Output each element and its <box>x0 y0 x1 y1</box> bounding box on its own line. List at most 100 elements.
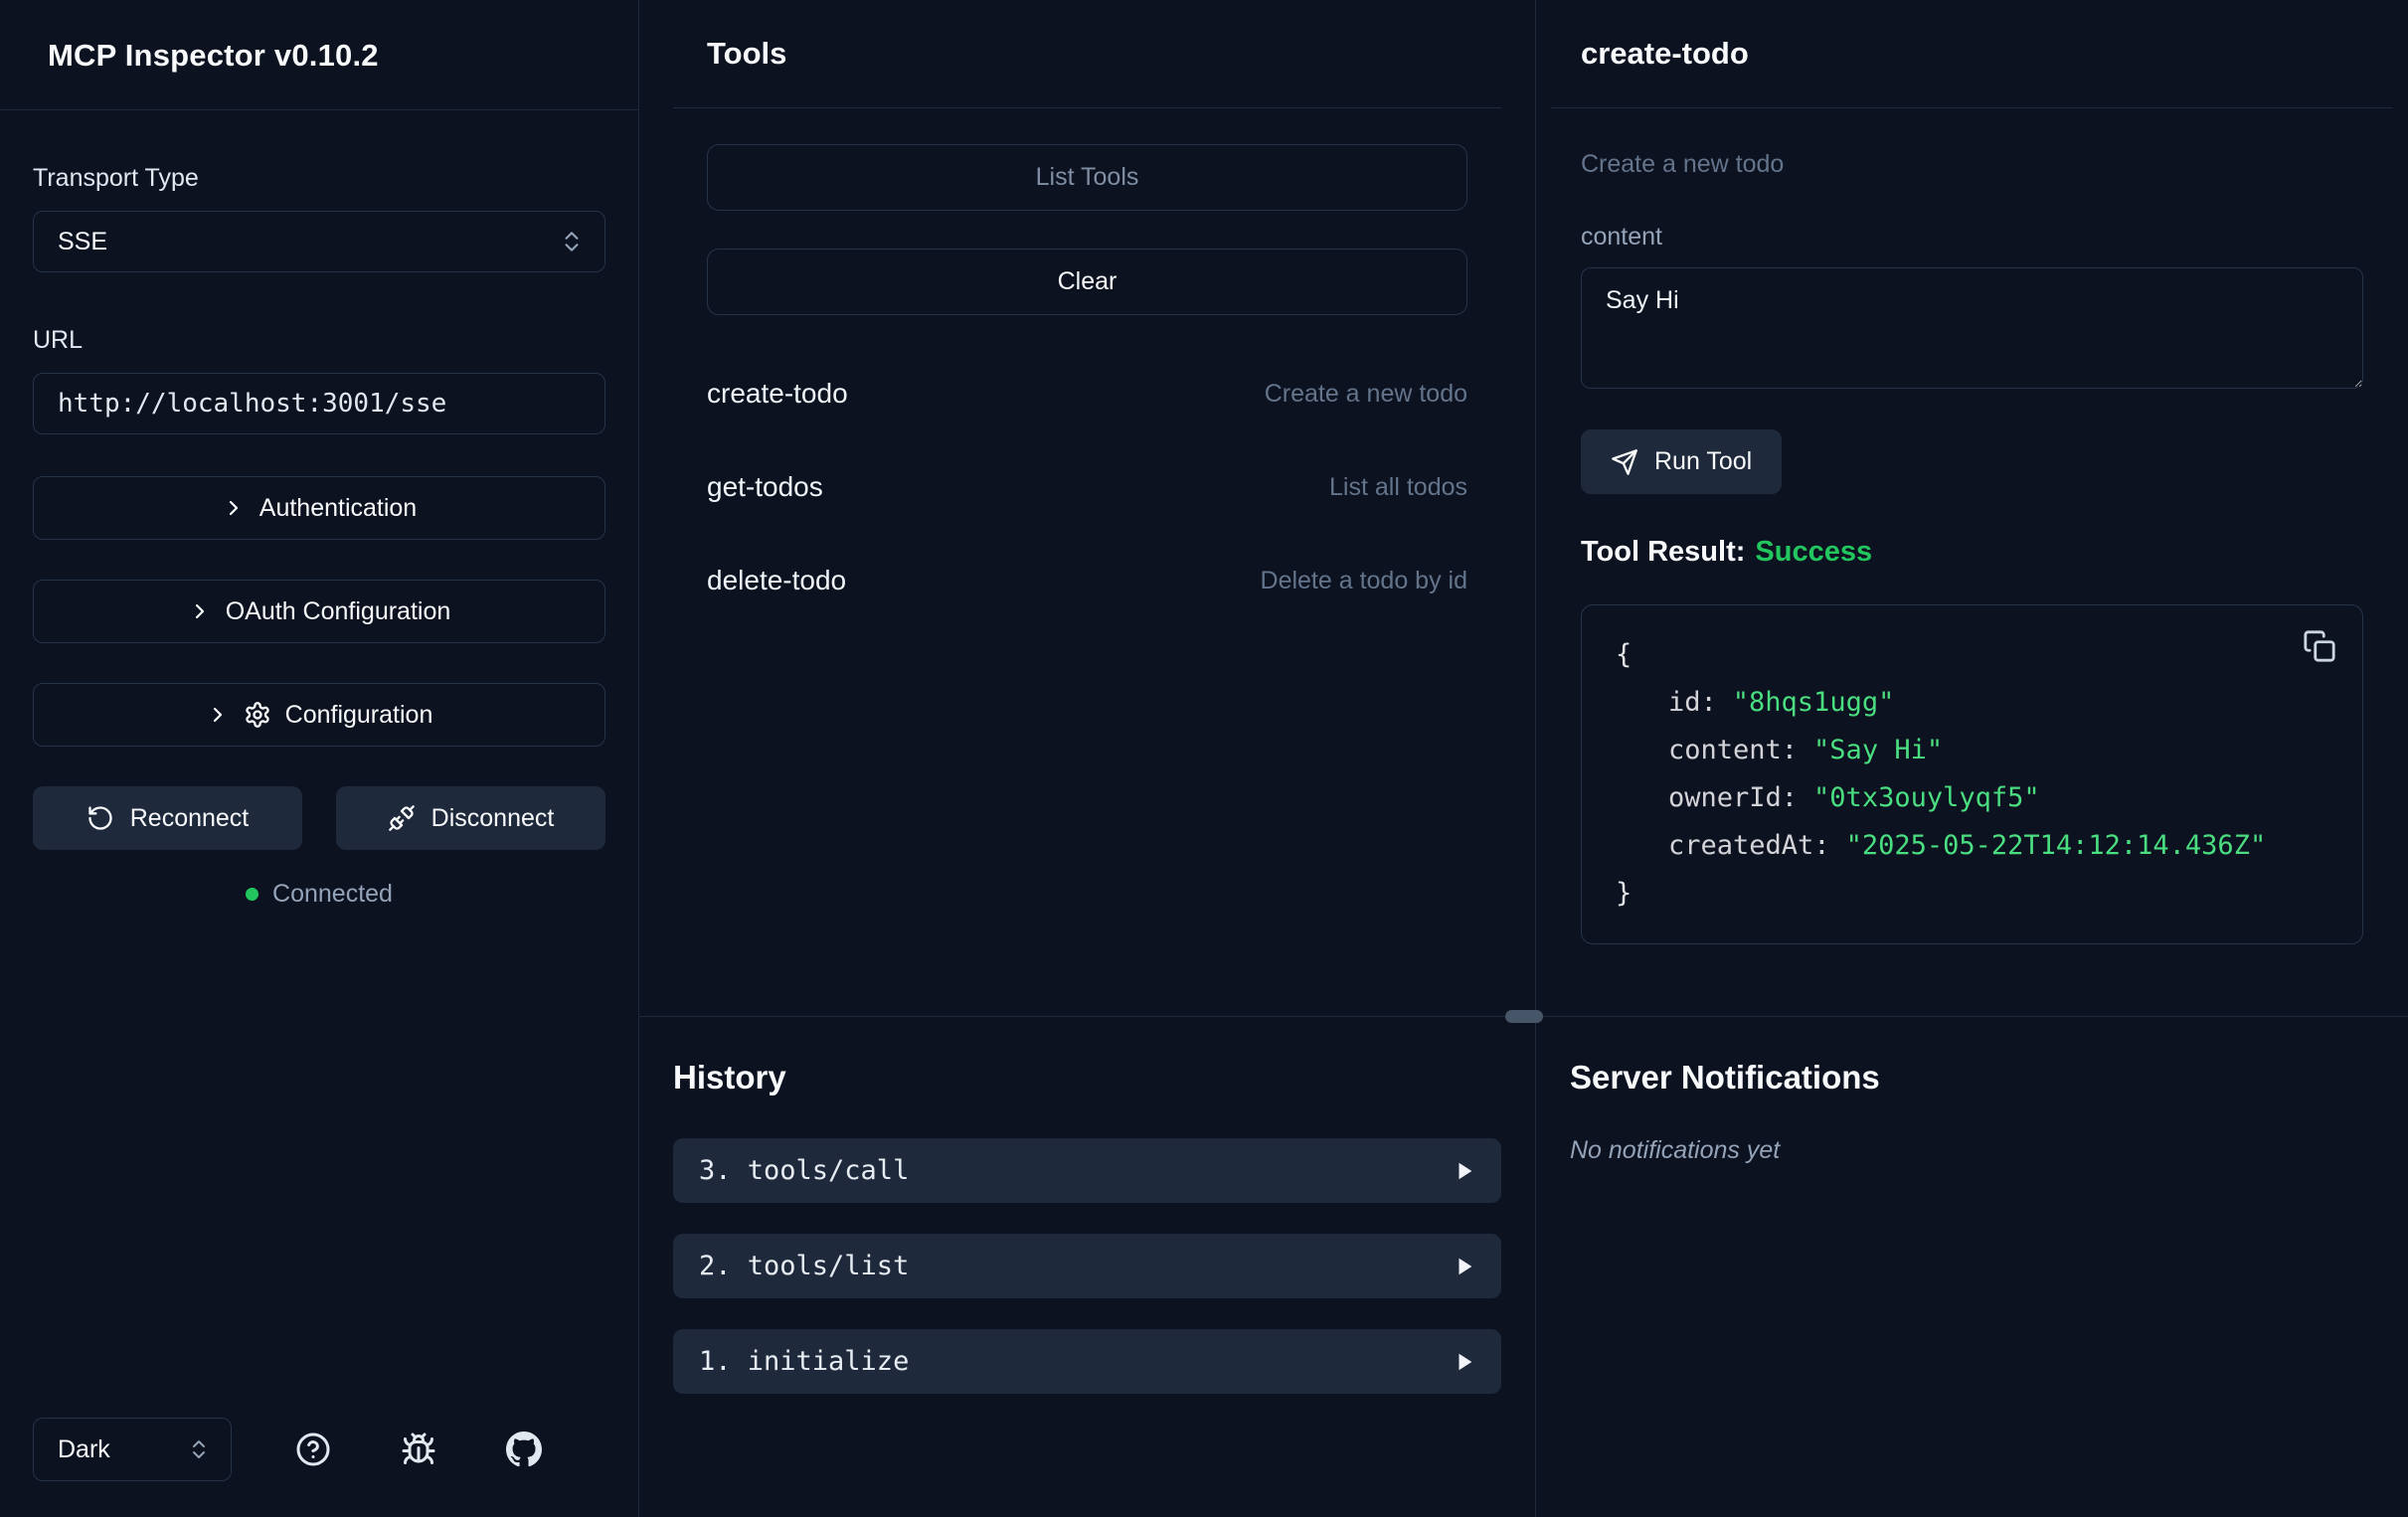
run-tool-button[interactable]: Run Tool <box>1581 429 1782 494</box>
expand-arrow-icon <box>1454 1160 1475 1182</box>
tools-pane: Tools List Tools Clear create-todo Creat… <box>639 0 1535 1016</box>
notifications-title: Server Notifications <box>1570 1059 2374 1096</box>
main-top: Tools List Tools Clear create-todo Creat… <box>639 0 2408 1016</box>
tool-list-item-create-todo[interactable]: create-todo Create a new todo <box>707 347 1467 440</box>
list-tools-button[interactable]: List Tools <box>707 144 1467 211</box>
history-item-tools-list[interactable]: 2. tools/list <box>673 1234 1501 1298</box>
app-title: MCP Inspector v0.10.2 <box>48 38 605 74</box>
help-button[interactable] <box>289 1426 337 1473</box>
disconnect-button[interactable]: Disconnect <box>336 786 605 850</box>
tool-detail-title: create-todo <box>1581 36 2363 72</box>
json-key: content: <box>1668 735 1798 765</box>
chevron-right-icon <box>188 599 212 623</box>
tool-name: delete-todo <box>707 565 846 596</box>
splitter-drag-handle[interactable] <box>1505 1010 1543 1023</box>
tool-result-label: Tool Result: <box>1581 536 1745 568</box>
footer-icons <box>232 1426 605 1473</box>
configuration-button-label: Configuration <box>285 701 433 730</box>
divider <box>1551 107 2393 108</box>
oauth-configuration-button-label: OAuth Configuration <box>226 597 451 626</box>
authentication-button[interactable]: Authentication <box>33 476 605 540</box>
unplug-icon <box>388 804 416 832</box>
history-title: History <box>673 1059 1501 1096</box>
history-item-label: 2. tools/list <box>699 1251 909 1281</box>
tool-detail-subtitle: Create a new todo <box>1581 150 2363 179</box>
json-entry-id: id: "8hqs1ugg" <box>1616 679 2328 727</box>
transport-type-select[interactable]: SSE <box>33 211 605 272</box>
url-label: URL <box>33 326 605 355</box>
connection-status: Connected <box>33 880 605 909</box>
connection-actions: Reconnect Disconnect <box>33 786 605 850</box>
tool-description: Delete a todo by id <box>1261 567 1467 595</box>
tool-result-box: { id: "8hqs1ugg" content: "Say Hi" ownerId… <box>1581 604 2363 944</box>
content-field-label: content <box>1581 223 2363 252</box>
reconnect-button[interactable]: Reconnect <box>33 786 302 850</box>
status-dot-icon <box>246 888 258 901</box>
sidebar-footer: Dark <box>0 1418 638 1517</box>
sidebar-header: MCP Inspector v0.10.2 <box>0 0 638 110</box>
tool-detail-pane: create-todo Create a new todo content Sa… <box>1535 0 2408 1016</box>
tool-name: create-todo <box>707 378 848 410</box>
bug-icon <box>401 1432 436 1467</box>
chevrons-up-down-icon <box>559 229 585 254</box>
history-list: 3. tools/call 2. tools/list 1. initializ… <box>673 1138 1501 1394</box>
chevron-right-icon <box>222 496 246 520</box>
json-open-brace: { <box>1616 631 2328 679</box>
content-textarea[interactable]: Say Hi <box>1581 267 2363 389</box>
main-area: Tools List Tools Clear create-todo Creat… <box>639 0 2408 1517</box>
history-item-label: 3. tools/call <box>699 1155 909 1186</box>
json-value: "8hqs1ugg" <box>1733 687 1895 718</box>
rotate-ccw-icon <box>86 804 114 832</box>
sidebar-content: Transport Type SSE URL Authentication <box>0 110 638 1418</box>
expand-arrow-icon <box>1454 1351 1475 1373</box>
main-bottom: History 3. tools/call 2. tools/list <box>639 1016 2408 1517</box>
tool-description: Create a new todo <box>1265 380 1467 409</box>
tool-list-item-get-todos[interactable]: get-todos List all todos <box>707 440 1467 534</box>
json-entry-createdAt: createdAt: "2025-05-22T14:12:14.436Z" <box>1616 822 2328 870</box>
github-button[interactable] <box>500 1426 548 1473</box>
mcp-inspector-app: MCP Inspector v0.10.2 Transport Type SSE… <box>0 0 2408 1517</box>
chevrons-up-down-icon <box>187 1437 211 1461</box>
clear-tools-button[interactable]: Clear <box>707 249 1467 315</box>
tool-list: create-todo Create a new todo get-todos … <box>707 347 1467 627</box>
disconnect-button-label: Disconnect <box>431 804 555 833</box>
tool-description: List all todos <box>1329 473 1467 502</box>
divider <box>673 107 1501 108</box>
chevron-right-icon <box>206 703 230 727</box>
help-circle-icon <box>295 1432 331 1467</box>
transport-type-label: Transport Type <box>33 164 605 193</box>
url-input[interactable] <box>33 373 605 434</box>
run-tool-button-label: Run Tool <box>1654 447 1752 476</box>
json-value: "Say Hi" <box>1813 735 1943 765</box>
json-entry-content: content: "Say Hi" <box>1616 727 2328 774</box>
json-value: "2025-05-22T14:12:14.436Z" <box>1846 830 2267 861</box>
history-pane: History 3. tools/call 2. tools/list <box>639 1017 1535 1517</box>
json-entry-ownerId: ownerId:"0tx3ouylyqf5" <box>1616 774 2328 822</box>
history-item-tools-call[interactable]: 3. tools/call <box>673 1138 1501 1203</box>
configuration-button[interactable]: Configuration <box>33 683 605 747</box>
notifications-pane: Server Notifications No notifications ye… <box>1535 1017 2408 1517</box>
expand-arrow-icon <box>1454 1256 1475 1277</box>
tool-list-item-delete-todo[interactable]: delete-todo Delete a todo by id <box>707 534 1467 627</box>
send-icon <box>1611 448 1638 476</box>
result-json: { id: "8hqs1ugg" content: "Say Hi" ownerId… <box>1616 631 2328 918</box>
json-key: createdAt: <box>1668 830 1830 861</box>
bug-report-button[interactable] <box>395 1426 442 1473</box>
tool-result-line: Tool Result: Success <box>1581 536 2363 569</box>
copy-button[interactable] <box>2299 625 2340 667</box>
notifications-empty-text: No notifications yet <box>1570 1136 2374 1165</box>
json-key: id: <box>1668 687 1717 718</box>
github-icon <box>506 1432 542 1467</box>
copy-icon <box>2303 629 2336 663</box>
json-close-brace: } <box>1616 870 2328 918</box>
gear-icon <box>244 701 271 729</box>
reconnect-button-label: Reconnect <box>130 804 250 833</box>
connection-status-label: Connected <box>272 880 393 909</box>
history-item-label: 1. initialize <box>699 1346 909 1377</box>
history-item-initialize[interactable]: 1. initialize <box>673 1329 1501 1394</box>
tool-name: get-todos <box>707 471 823 503</box>
tool-result-status: Success <box>1755 536 1872 568</box>
oauth-configuration-button[interactable]: OAuth Configuration <box>33 580 605 643</box>
json-value: "0tx3ouylyqf5" <box>1813 782 2040 813</box>
theme-select[interactable]: Dark <box>33 1418 232 1481</box>
